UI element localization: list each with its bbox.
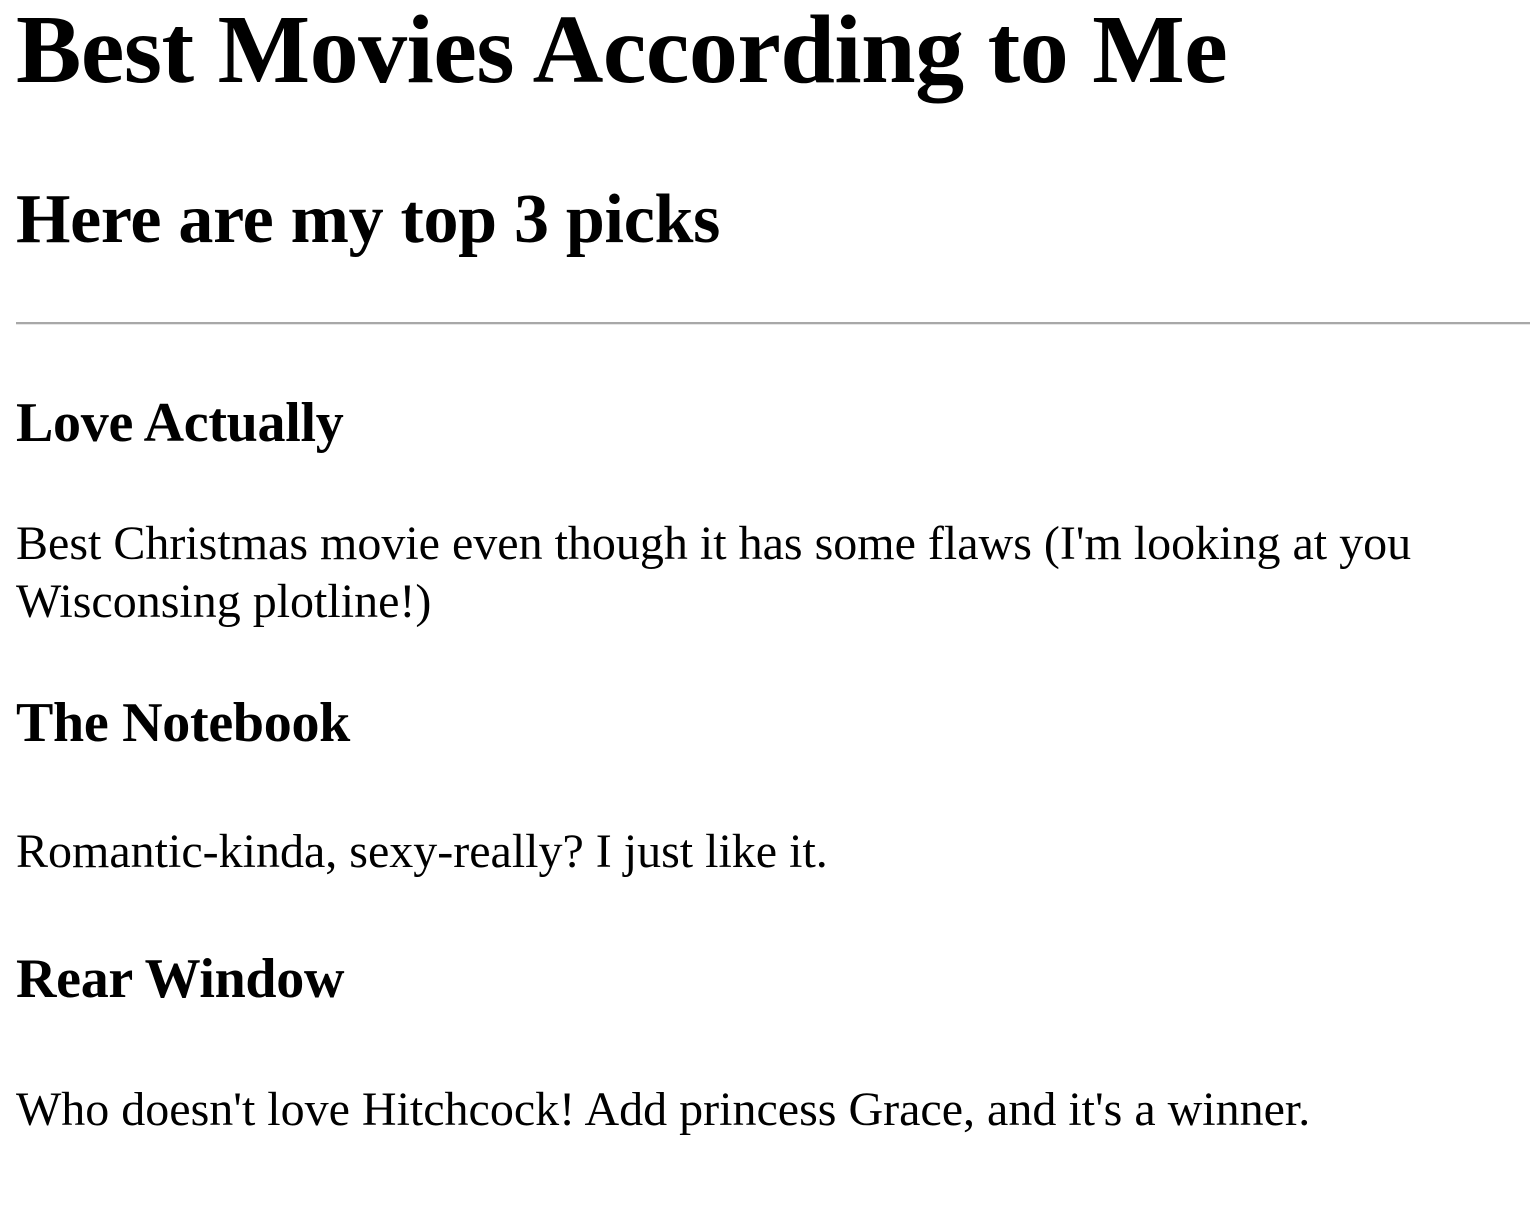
movie-description: Best Christmas movie even though it has … — [16, 517, 1412, 628]
movie-title: Love Actually — [16, 392, 344, 454]
divider — [16, 322, 1530, 325]
page-title: Best Movies According to Me — [16, 0, 1228, 104]
movie-title: The Notebook — [16, 692, 350, 754]
movie-description: Romantic-kinda, sexy-really? I just like… — [16, 825, 828, 878]
movie-description: Who doesn't love Hitchcock! Add princess… — [16, 1083, 1311, 1136]
movie-list: Love Actually Best Christmas movie even … — [16, 391, 1530, 1139]
movie-title: Rear Window — [16, 948, 345, 1010]
page-subtitle: Here are my top 3 picks — [16, 181, 721, 258]
